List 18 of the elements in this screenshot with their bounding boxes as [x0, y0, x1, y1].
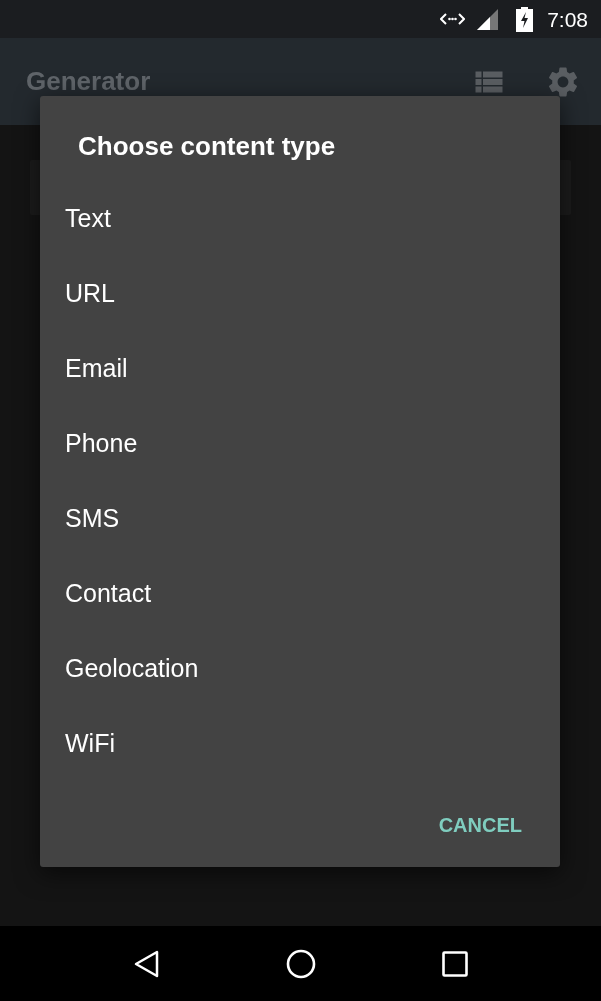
clock-time: 7:08 [547, 8, 588, 30]
signal-icon [477, 8, 499, 30]
option-item[interactable]: URL [40, 256, 560, 331]
option-item[interactable]: Geolocation [40, 631, 560, 706]
data-arrows-icon [440, 12, 466, 26]
option-item[interactable]: SMS [40, 481, 560, 556]
app-title: Generator [26, 65, 151, 98]
option-item[interactable]: WiFi [40, 706, 560, 781]
cancel-button[interactable]: CANCEL [430, 801, 530, 849]
back-icon[interactable] [133, 949, 160, 978]
dialog-title: Choose content type [78, 131, 336, 161]
option-item[interactable]: Email [40, 331, 560, 406]
option-item[interactable]: Contact [40, 556, 560, 631]
battery-charging-icon [516, 6, 534, 32]
option-item[interactable]: Text [40, 181, 560, 256]
recents-icon[interactable] [441, 950, 468, 977]
home-icon[interactable] [285, 948, 316, 979]
option-item[interactable]: Phone [40, 406, 560, 481]
